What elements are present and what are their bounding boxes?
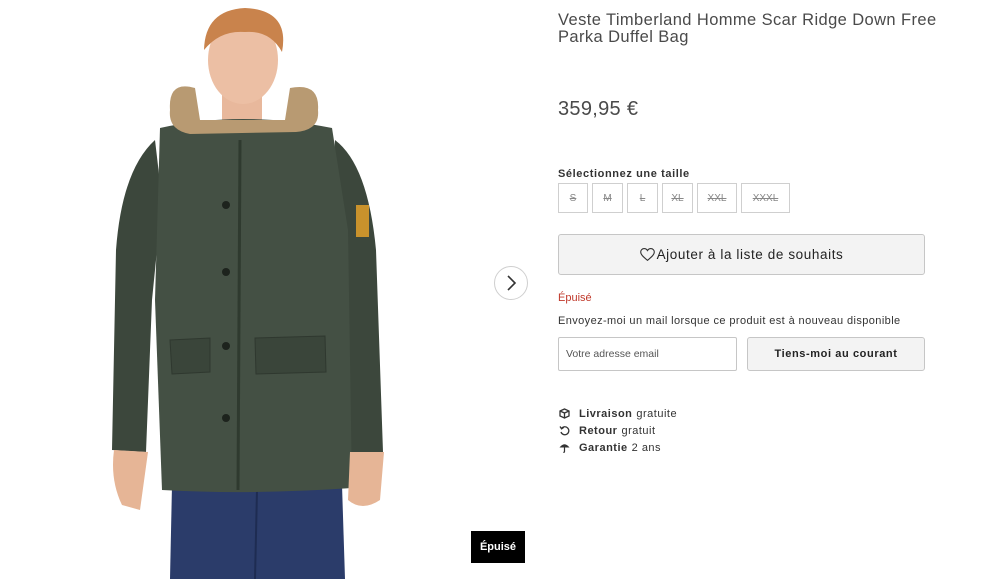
product-price: 359,95 € [558, 98, 639, 120]
perk-warranty-detail: 2 ans [631, 441, 662, 454]
perk-return-detail: gratuit [621, 424, 656, 437]
add-to-wishlist-button[interactable]: Ajouter à la liste de souhaits [558, 234, 925, 275]
perk-warranty: Garantie 2 ans [558, 439, 677, 456]
return-icon [558, 425, 570, 437]
size-options: S M L XL XXL XXXL [558, 183, 790, 213]
size-option-s[interactable]: S [558, 183, 588, 213]
wishlist-label: Ajouter à la liste de souhaits [656, 247, 844, 262]
delivery-icon [558, 408, 570, 420]
perk-delivery-title: Livraison [579, 407, 633, 420]
perks-list: Livraison gratuite Retour gratuit Garant… [558, 405, 677, 456]
size-option-xl[interactable]: XL [662, 183, 693, 213]
perk-return: Retour gratuit [558, 422, 677, 439]
heart-outline-icon [639, 248, 655, 261]
umbrella-icon [558, 442, 570, 454]
perk-return-title: Retour [579, 424, 618, 437]
perk-delivery: Livraison gratuite [558, 405, 677, 422]
perk-delivery-detail: gratuite [636, 407, 678, 420]
size-selector-label: Sélectionnez une taille [558, 168, 690, 180]
product-gallery: Épuisé [0, 0, 540, 579]
size-option-xxxl[interactable]: XXXL [741, 183, 790, 213]
size-option-xxl[interactable]: XXL [697, 183, 737, 213]
email-input[interactable] [558, 337, 737, 371]
sold-out-badge: Épuisé [471, 531, 525, 563]
size-option-l[interactable]: L [627, 183, 658, 213]
perk-warranty-title: Garantie [579, 441, 628, 454]
back-in-stock-text: Envoyez-moi un mail lorsque ce produit e… [558, 315, 901, 327]
size-option-m[interactable]: M [592, 183, 623, 213]
next-image-button[interactable] [494, 266, 528, 300]
product-image [112, 8, 384, 579]
product-title: Veste Timberland Homme Scar Ridge Down F… [558, 11, 937, 46]
availability-status: Épuisé [558, 292, 592, 304]
notify-me-button[interactable]: Tiens-moi au courant [747, 337, 925, 371]
chevron-right-icon [507, 275, 517, 291]
